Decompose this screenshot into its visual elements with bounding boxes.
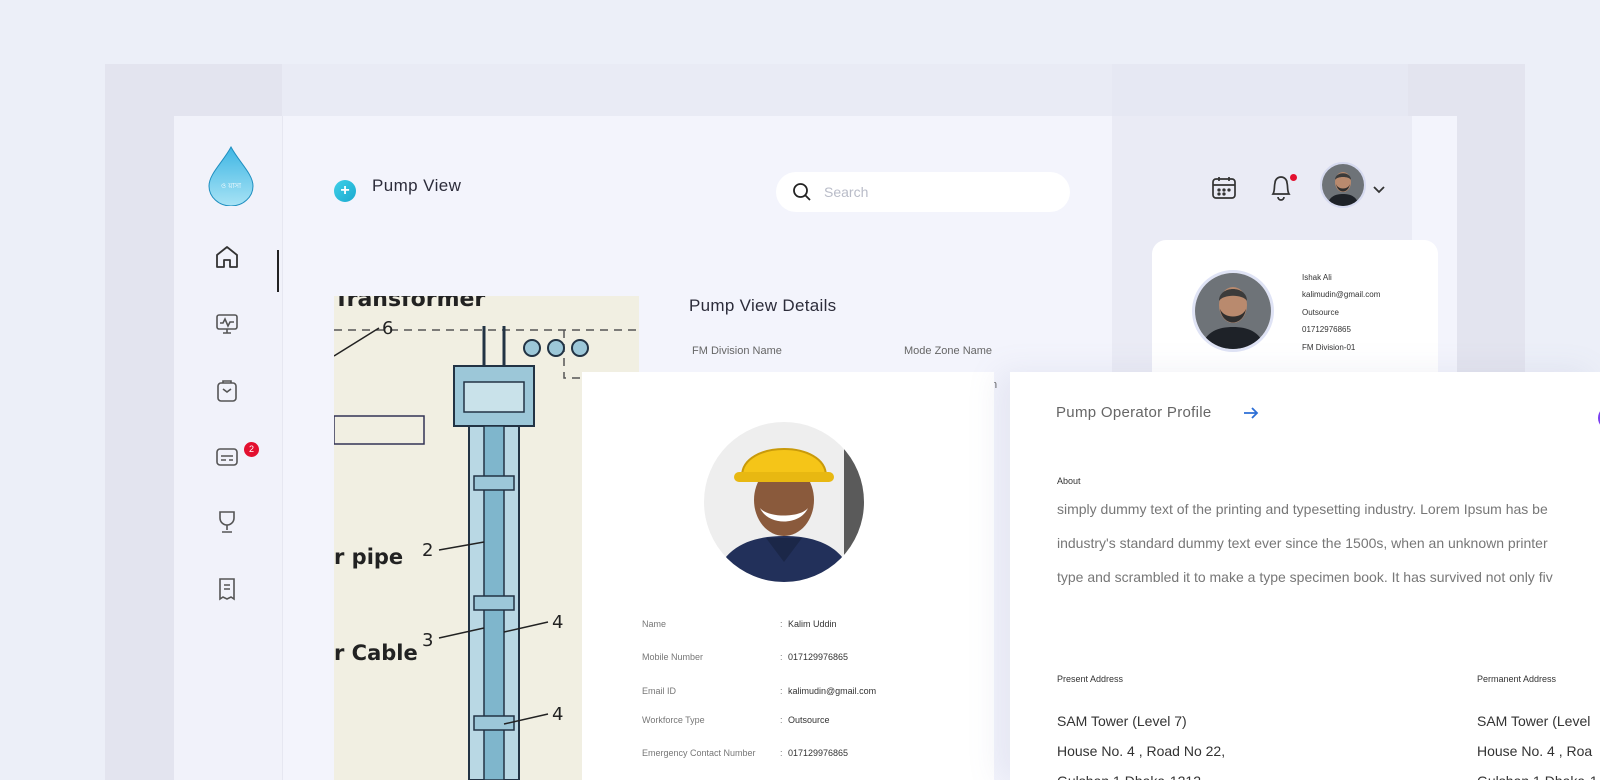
diagram-pipe-label: r pipe bbox=[334, 545, 403, 569]
address-line: Gulshan 1 Dhaka-1212 bbox=[1057, 766, 1225, 780]
address-line: House No. 4 , Roa bbox=[1477, 743, 1593, 759]
about-line: simply dummy text of the printing and ty… bbox=[1057, 501, 1548, 517]
info-value: 017129976865 bbox=[788, 652, 849, 662]
clipboard-icon[interactable] bbox=[214, 378, 240, 404]
water-drop-logo[interactable]: ও য়াসা bbox=[207, 146, 255, 206]
address-line: SAM Tower (Level bbox=[1477, 713, 1591, 729]
calendar-icon[interactable] bbox=[1211, 175, 1237, 201]
info-label: Name bbox=[642, 619, 667, 629]
address-line: SAM Tower (Level 7) bbox=[1057, 713, 1187, 729]
info-separator: : bbox=[780, 652, 783, 662]
address-line: House No. 4 , Road No 22, bbox=[1057, 743, 1226, 759]
mode-zone-label: Mode Zone Name bbox=[904, 345, 993, 357]
present-address-label: Present Address bbox=[1057, 674, 1124, 684]
info-separator: : bbox=[780, 715, 783, 725]
page-title: Pump View bbox=[372, 176, 462, 195]
info-value: Kalim Uddin bbox=[788, 619, 837, 629]
sidebar: ও য়াসা 2 bbox=[174, 116, 283, 780]
card-icon[interactable] bbox=[214, 444, 240, 470]
info-label: Workforce Type bbox=[642, 715, 705, 725]
info-separator: : bbox=[780, 686, 783, 696]
notification-badge: 2 bbox=[244, 442, 259, 457]
address-line: Gulshan 1 Dhaka-1 bbox=[1477, 766, 1598, 780]
chevron-down-icon[interactable] bbox=[1372, 185, 1386, 195]
worker-card: Name : Kalim Uddin Mobile Number : 01712… bbox=[582, 372, 994, 780]
worker-avatar bbox=[704, 422, 864, 582]
profile-name: Ishak Ali bbox=[1302, 273, 1332, 282]
user-avatar[interactable] bbox=[1320, 162, 1366, 208]
operator-title: Pump Operator Profile bbox=[1056, 404, 1212, 421]
diagram-num-4a: 4 bbox=[552, 612, 563, 633]
info-label: Emergency Contact Number bbox=[642, 748, 756, 758]
info-separator: : bbox=[780, 619, 783, 629]
diagram-num-6: 6 bbox=[382, 318, 393, 339]
fm-division-label: FM Division Name bbox=[692, 345, 782, 357]
permanent-address-label: Permanent Address bbox=[1477, 674, 1557, 684]
permanent-address: SAM Tower (Level House No. 4 , Roa Gulsh… bbox=[1477, 706, 1598, 780]
operator-profile-panel: Pump Operator Profile About simply dummy… bbox=[1010, 372, 1600, 780]
profile-avatar bbox=[1192, 270, 1274, 352]
profile-phone: 01712976865 bbox=[1302, 325, 1351, 334]
receipt-icon[interactable] bbox=[214, 576, 240, 602]
profile-type: Outsource bbox=[1302, 308, 1339, 317]
trophy-icon[interactable] bbox=[214, 509, 240, 535]
diagram-header: Transformer bbox=[334, 296, 485, 312]
info-label: Email ID bbox=[642, 686, 677, 696]
present-address: SAM Tower (Level 7) House No. 4 , Road N… bbox=[1057, 706, 1225, 780]
info-value: 017129976865 bbox=[788, 748, 849, 758]
notification-dot bbox=[1290, 174, 1297, 181]
monitor-icon[interactable] bbox=[214, 311, 240, 337]
about-label: About bbox=[1057, 476, 1081, 486]
info-value: kalimudin@gmail.com bbox=[788, 686, 877, 696]
about-line: type and scrambled it to make a type spe… bbox=[1057, 569, 1553, 585]
logo-text: ও য়াসা bbox=[221, 182, 242, 190]
info-label: Mobile Number bbox=[642, 652, 704, 662]
diagram-num-3: 3 bbox=[422, 630, 433, 651]
info-separator: : bbox=[780, 748, 783, 758]
diagram-num-2: 2 bbox=[422, 540, 433, 561]
nav-active-indicator bbox=[277, 250, 279, 292]
home-icon[interactable] bbox=[214, 244, 240, 270]
search-icon bbox=[793, 183, 811, 201]
diagram-cable-label: r Cable bbox=[334, 641, 418, 665]
diagram-num-4b: 4 bbox=[552, 704, 563, 725]
search-input[interactable] bbox=[822, 183, 1056, 201]
page-title-icon: + bbox=[334, 180, 356, 202]
details-title: Pump View Details bbox=[689, 296, 837, 315]
about-text: simply dummy text of the printing and ty… bbox=[1057, 492, 1600, 594]
search-box[interactable] bbox=[776, 172, 1070, 212]
profile-email: kalimudin@gmail.com bbox=[1302, 290, 1381, 299]
profile-division: FM Division-01 bbox=[1302, 343, 1356, 352]
info-value: Outsource bbox=[788, 715, 830, 725]
about-line: industry's standard dummy text ever sinc… bbox=[1057, 535, 1548, 551]
arrow-right-icon[interactable] bbox=[1242, 405, 1260, 421]
